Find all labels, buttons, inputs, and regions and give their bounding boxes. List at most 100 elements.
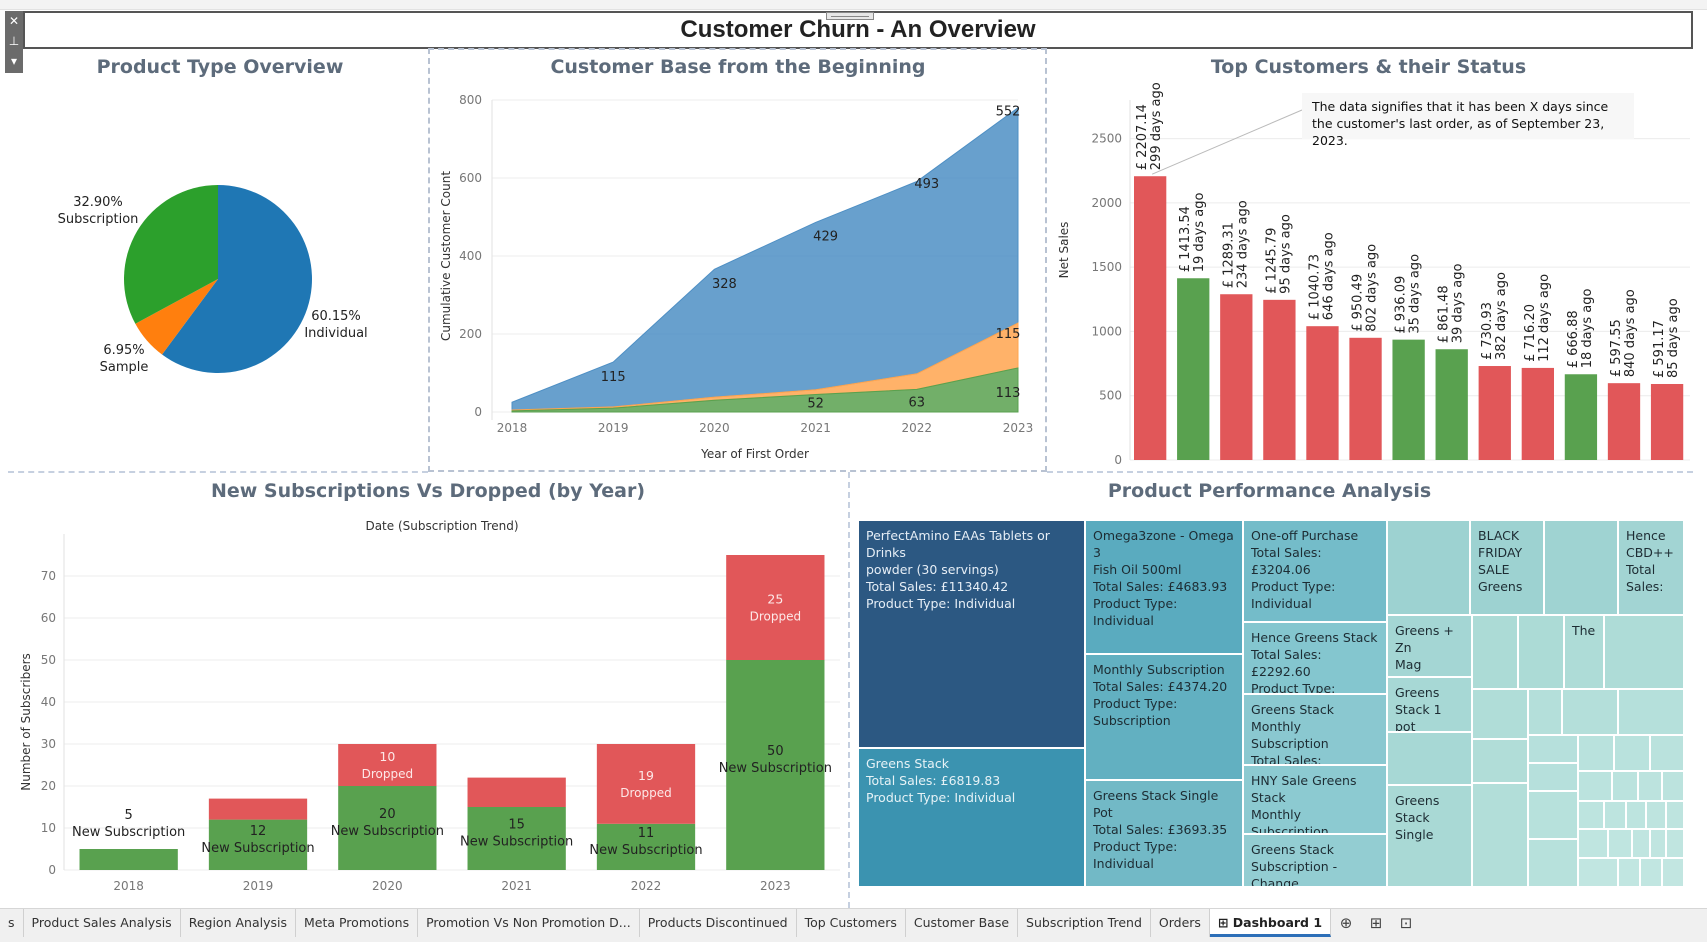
treemap-cell-perfectamino[interactable]: PerfectAmino EAAs Tablets or Drinks powde… bbox=[858, 520, 1085, 748]
treemap-cell[interactable] bbox=[1604, 615, 1684, 689]
treemap-cell-text: Product Type: bbox=[1251, 579, 1336, 594]
treemap-cell[interactable] bbox=[1528, 735, 1578, 763]
sheet-tab[interactable]: Region Analysis bbox=[181, 909, 296, 937]
sheet-tab-label: Orders bbox=[1158, 915, 1201, 930]
treemap-cell-gs-1pot[interactable]: Greens Stack 1 pot bbox=[1387, 677, 1472, 732]
y-axis-title: Cumulative Customer Count bbox=[439, 171, 453, 341]
new-count-label: 20 bbox=[379, 807, 396, 822]
treemap-cell-single-pot[interactable]: Greens Stack Single Pot Total Sales: £369… bbox=[1085, 780, 1243, 887]
treemap-cell[interactable] bbox=[1544, 520, 1618, 615]
treemap-cell[interactable] bbox=[1608, 829, 1632, 858]
treemap-cell[interactable] bbox=[1640, 858, 1662, 887]
treemap-cell[interactable] bbox=[1612, 771, 1638, 801]
treemap-cell-text: Subscription - Change bbox=[1251, 859, 1338, 887]
close-icon[interactable]: ✕ bbox=[5, 11, 23, 31]
new-dashboard-icon[interactable]: ⊞ bbox=[1361, 909, 1391, 937]
dropped-bar bbox=[208, 798, 308, 820]
treemap-cell-omega[interactable]: Omega3zone - Omega 3 Fish Oil 500ml Total … bbox=[1085, 520, 1243, 654]
treemap-cell[interactable] bbox=[1632, 829, 1650, 858]
treemap-cell[interactable] bbox=[1614, 735, 1650, 771]
treemap-cell[interactable] bbox=[1528, 791, 1578, 839]
customer-bar bbox=[1607, 383, 1641, 460]
customer-bar bbox=[1392, 339, 1425, 460]
area-data-label: 493 bbox=[914, 177, 939, 192]
treemap-cell-monthly[interactable]: Monthly Subscription Total Sales: £4374.2… bbox=[1085, 654, 1243, 780]
treemap-cell[interactable] bbox=[1472, 615, 1518, 689]
customer-base-title: Customer Base from the Beginning bbox=[550, 56, 926, 78]
y-tick-label: 50 bbox=[41, 653, 56, 667]
treemap-cell[interactable] bbox=[1578, 735, 1614, 771]
product-performance-title: Product Performance Analysis bbox=[1107, 480, 1432, 502]
treemap-cell[interactable] bbox=[1578, 858, 1618, 887]
treemap-cell[interactable] bbox=[1618, 689, 1684, 735]
treemap-cell[interactable] bbox=[1472, 739, 1528, 783]
bar-days-label: 234 days ago bbox=[1235, 200, 1250, 288]
treemap-cell-gs-monthly[interactable]: Greens Stack Monthly Subscription Total Sa… bbox=[1243, 694, 1387, 765]
treemap-cell[interactable] bbox=[1387, 520, 1470, 615]
treemap-cell-greens-stack[interactable]: Greens Stack Total Sales: £6819.83 Product… bbox=[858, 748, 1085, 887]
treemap-cell-hny[interactable]: HNY Sale Greens Stack Monthly Subscriptio… bbox=[1243, 765, 1387, 834]
treemap-cell[interactable] bbox=[1528, 763, 1578, 791]
treemap-cell[interactable] bbox=[1518, 615, 1564, 689]
x-tick-label: 2022 bbox=[902, 421, 933, 435]
new-count-label: 11 bbox=[638, 826, 655, 841]
treemap-cell[interactable] bbox=[1387, 732, 1472, 785]
treemap-cell[interactable] bbox=[1578, 771, 1612, 801]
sheet-tab[interactable]: Subscription Trend bbox=[1018, 909, 1151, 937]
move-handle[interactable] bbox=[826, 12, 874, 20]
treemap-cell-the[interactable]: The bbox=[1564, 615, 1604, 689]
treemap-cell[interactable] bbox=[1646, 801, 1666, 829]
sheet-tab[interactable]: Orders bbox=[1151, 909, 1210, 937]
treemap-cell-text: HNY Sale Greens Stack bbox=[1251, 773, 1357, 805]
sheet-tab-label: Region Analysis bbox=[188, 915, 287, 930]
treemap-cell[interactable] bbox=[1650, 735, 1684, 771]
sheet-tab-label: Subscription Trend bbox=[1026, 915, 1142, 930]
treemap-cell[interactable] bbox=[1662, 771, 1684, 801]
treemap-cell[interactable] bbox=[1626, 801, 1646, 829]
treemap-cell[interactable] bbox=[1618, 858, 1640, 887]
treemap-cell[interactable] bbox=[1562, 689, 1618, 735]
sheet-tab[interactable]: Top Customers bbox=[797, 909, 906, 937]
sheet-tab[interactable]: Customer Base bbox=[906, 909, 1019, 937]
sheet-tab[interactable]: Product Sales Analysis bbox=[24, 909, 181, 937]
sheet-tab[interactable]: s bbox=[0, 909, 24, 937]
pin-icon[interactable]: ⊥ bbox=[5, 31, 23, 51]
treemap-cell-hence-greens[interactable]: Hence Greens Stack Total Sales: £2292.60 P… bbox=[1243, 622, 1387, 694]
treemap-cell[interactable] bbox=[1604, 801, 1626, 829]
treemap-cell-text: Product Type: Individual bbox=[1093, 839, 1178, 871]
treemap-cell-text: Greens bbox=[1395, 685, 1440, 700]
sheet-tab-label: Top Customers bbox=[804, 915, 897, 930]
treemap-cell-gs-single[interactable]: Greens Stack Single bbox=[1387, 785, 1472, 887]
treemap-cell[interactable] bbox=[1666, 829, 1684, 858]
treemap-cell-hence-cbd[interactable]: Hence CBD++ Total Sales: bbox=[1618, 520, 1684, 615]
dropped-name-label: Dropped bbox=[750, 610, 802, 624]
product-performance-treemap: PerfectAmino EAAs Tablets or Drinks powde… bbox=[858, 520, 1684, 887]
treemap-cell-oneoff[interactable]: One-off Purchase Total Sales: £3204.06 Pro… bbox=[1243, 520, 1387, 622]
treemap-cell-text: Product Type: Individual bbox=[1093, 596, 1178, 628]
treemap-cell[interactable] bbox=[1666, 801, 1684, 829]
sheet-tab[interactable]: Products Discontinued bbox=[640, 909, 797, 937]
treemap-cell[interactable] bbox=[1650, 829, 1666, 858]
treemap-cell-zn-mag[interactable]: Greens + Zn Mag Bundle bbox=[1387, 615, 1472, 677]
treemap-cell[interactable] bbox=[1528, 839, 1578, 887]
bar-value-label: £ 730.93 bbox=[1480, 302, 1495, 360]
treemap-cell-gs-change[interactable]: Greens Stack Subscription - Change bbox=[1243, 834, 1387, 887]
treemap-cell[interactable] bbox=[1528, 689, 1562, 735]
treemap-cell[interactable] bbox=[1578, 801, 1604, 829]
sheet-tab[interactable]: Promotion Vs Non Promotion D... bbox=[418, 909, 640, 937]
new-worksheet-icon[interactable]: ⊕ bbox=[1331, 909, 1361, 937]
divider bbox=[8, 471, 428, 473]
bar-days-label: 39 days ago bbox=[1451, 264, 1466, 344]
new-name-label: New Subscription bbox=[589, 843, 702, 858]
treemap-cell[interactable] bbox=[1472, 783, 1528, 887]
treemap-cell-text: Product Type: bbox=[1093, 696, 1178, 711]
y-axis-title: Net Sales bbox=[1057, 222, 1071, 279]
sheet-tab[interactable]: ⊞ Dashboard 1 bbox=[1209, 909, 1332, 937]
treemap-cell[interactable] bbox=[1578, 829, 1608, 858]
treemap-cell[interactable] bbox=[1662, 858, 1684, 887]
sheet-tab[interactable]: Meta Promotions bbox=[296, 909, 419, 937]
treemap-cell[interactable] bbox=[1472, 689, 1528, 739]
treemap-cell-black-friday[interactable]: BLACK FRIDAY SALE Greens bbox=[1470, 520, 1544, 615]
new-story-icon[interactable]: ⊡ bbox=[1391, 909, 1421, 937]
treemap-cell[interactable] bbox=[1638, 771, 1662, 801]
